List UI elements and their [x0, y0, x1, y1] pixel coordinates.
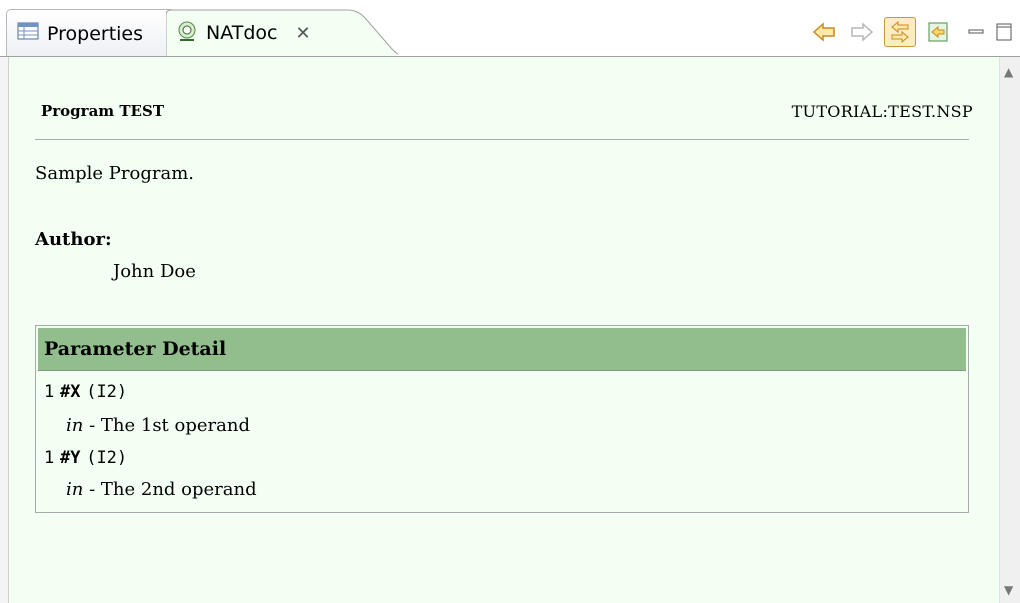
program-title: Program TEST — [41, 102, 164, 120]
param-type: (I2) — [86, 448, 128, 468]
param-level: 1 — [44, 382, 55, 402]
param-direction: in — [66, 479, 84, 500]
header-divider — [35, 139, 969, 140]
program-header: Program TEST TUTORIAL:TEST.NSP — [41, 102, 973, 132]
scroll-up-icon[interactable]: ▲ — [1004, 65, 1013, 79]
param-name: #X — [59, 382, 81, 402]
param-text: - The 1st operand — [89, 415, 250, 436]
back-arrow-icon[interactable] — [808, 17, 840, 47]
parameter-description: in - The 2nd operand — [66, 479, 257, 500]
minimize-icon[interactable] — [964, 20, 988, 44]
tab-natdoc-label: NATdoc — [206, 22, 278, 44]
tab-properties[interactable]: Properties — [6, 9, 172, 57]
natdoc-icon — [176, 20, 198, 47]
program-path: TUTORIAL:TEST.NSP — [791, 102, 973, 121]
author-name: John Doe — [113, 261, 196, 282]
maximize-icon[interactable] — [992, 20, 1016, 44]
param-name: #Y — [59, 448, 81, 468]
parameter-row: 1 #X (I2) — [44, 381, 127, 402]
param-text: - The 2nd operand — [89, 479, 257, 500]
vertical-scrollbar[interactable]: ▲ ▼ — [999, 57, 1020, 603]
scroll-down-icon[interactable]: ▼ — [1004, 583, 1013, 597]
close-icon[interactable]: ✕ — [295, 23, 310, 44]
parameter-row: 1 #Y (I2) — [44, 447, 127, 468]
parameter-description: in - The 1st operand — [66, 415, 250, 436]
natdoc-content: Program TEST TUTORIAL:TEST.NSP Sample Pr… — [8, 57, 1001, 603]
program-description: Sample Program. — [35, 163, 194, 184]
table-icon — [17, 22, 39, 45]
view-toolbar — [808, 16, 1020, 48]
parameter-detail-table: Parameter Detail 1 #X (I2) in - The 1st … — [35, 325, 969, 513]
param-type: (I2) — [86, 382, 128, 402]
open-source-icon[interactable] — [922, 17, 954, 47]
param-direction: in — [66, 415, 84, 436]
tab-natdoc[interactable]: NATdoc ✕ — [166, 9, 396, 57]
tab-properties-label: Properties — [47, 22, 144, 45]
parameter-detail-heading: Parameter Detail — [38, 328, 966, 371]
author-label: Author: — [35, 229, 112, 250]
link-with-editor-icon[interactable] — [884, 17, 916, 47]
param-level: 1 — [44, 448, 55, 468]
view-tab-bar: Properties NATdoc ✕ — [0, 0, 1020, 57]
forward-arrow-icon[interactable] — [846, 17, 878, 47]
